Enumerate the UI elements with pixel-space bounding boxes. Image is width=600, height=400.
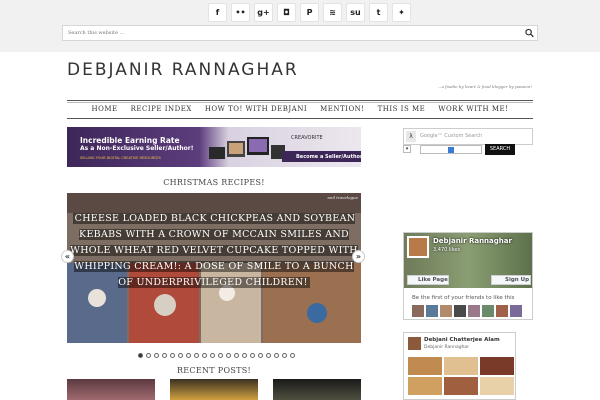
slider-dot[interactable]	[234, 353, 239, 358]
search-field[interactable]	[420, 145, 482, 154]
devices-illustration	[209, 137, 285, 159]
pinterest-icon[interactable]: P	[300, 3, 319, 22]
slider-dot[interactable]	[162, 353, 167, 358]
slider-pagination	[138, 353, 295, 358]
slider-dot[interactable]	[258, 353, 263, 358]
feed-photo[interactable]	[480, 377, 514, 395]
nav-item-mention[interactable]: MENTION!	[320, 105, 365, 113]
facebook-like-button[interactable]: Like Page	[407, 275, 449, 285]
slider-dot[interactable]	[250, 353, 255, 358]
banner-cta-button[interactable]: Become a Seller/Author	[282, 151, 361, 162]
slide-caption-text: CHEESE LOADED BLACK CHICKPEAS AND SOYBEA…	[70, 213, 358, 288]
fan-avatar[interactable]	[482, 305, 494, 317]
photo-credit: anil travelogue	[327, 195, 358, 200]
tumblr-icon[interactable]: t	[369, 3, 388, 22]
google-plus-icon[interactable]: g+	[254, 3, 273, 22]
facebook-page-widget: Debjanir Rannaghar 3,470 likes Like Page…	[403, 232, 533, 320]
slider-dot[interactable]	[210, 353, 215, 358]
rss-icon[interactable]: ≋	[323, 3, 342, 22]
main-nav: HOME RECIPE INDEX HOW TO! WITH DEBJANI MENT…	[67, 100, 533, 119]
banner-brand: CREAVORITE	[291, 135, 323, 141]
slider-dot[interactable]	[274, 353, 279, 358]
recent-posts-heading: RECENT POSTS!	[176, 366, 252, 375]
ad-banner[interactable]: Incredible Earning Rate As a Non-Exclusi…	[67, 127, 361, 167]
fan-avatar[interactable]	[412, 305, 424, 317]
featured-slider[interactable]: anil travelogue CHEESE LOADED BLACK CHIC…	[67, 193, 361, 343]
nav-item-home[interactable]: HOME	[92, 105, 118, 113]
search-input[interactable]	[63, 26, 523, 40]
slider-dot[interactable]	[290, 353, 295, 358]
flickr-icon[interactable]: ••	[231, 3, 250, 22]
nav-item-recipe-index[interactable]: RECIPE INDEX	[131, 105, 192, 113]
search-icon[interactable]	[525, 28, 534, 38]
fan-avatar[interactable]	[426, 305, 438, 317]
slider-dot[interactable]	[202, 353, 207, 358]
feed-photo[interactable]	[444, 357, 478, 375]
slider-dot[interactable]	[186, 353, 191, 358]
slide-caption[interactable]: CHEESE LOADED BLACK CHICKPEAS AND SOYBEA…	[67, 211, 361, 291]
banner-tagline: SELLING YOUR DIGITAL CREATIVE RESOURCES	[80, 156, 161, 160]
facebook-icon[interactable]: f	[208, 3, 227, 22]
nav-divider	[67, 102, 533, 103]
language-dropdown[interactable]: ▾	[403, 145, 411, 153]
feed-page-name: Debjanir Rannaghar	[424, 345, 470, 350]
custom-search-box[interactable]: λ Google™ Custom Search	[403, 128, 533, 145]
slider-dot[interactable]	[170, 353, 175, 358]
nav-item-work-with-me[interactable]: WORK WITH ME!	[438, 105, 508, 113]
fan-avatar[interactable]	[440, 305, 452, 317]
custom-search-placeholder: Google™ Custom Search	[420, 133, 483, 139]
slider-dot[interactable]	[282, 353, 287, 358]
instagram-icon[interactable]: ◘	[277, 3, 296, 22]
fan-avatar[interactable]	[468, 305, 480, 317]
facebook-page-name[interactable]: Debjanir Rannaghar	[433, 237, 512, 245]
slider-dot[interactable]	[218, 353, 223, 358]
stumbleupon-icon[interactable]: su	[346, 3, 365, 22]
slider-heading: CHRISTMAS RECIPES!	[163, 178, 265, 187]
fan-avatar[interactable]	[496, 305, 508, 317]
slider-prev-button[interactable]: «	[61, 250, 74, 263]
translate-icon: λ	[406, 131, 416, 142]
facebook-likes-count: 3,470 likes	[433, 247, 461, 253]
slider-dot[interactable]	[194, 353, 199, 358]
recent-post-thumb[interactable]	[170, 379, 258, 400]
banner-headline: Incredible Earning Rate	[80, 136, 180, 145]
slider-dot[interactable]	[242, 353, 247, 358]
facebook-profile-picture[interactable]	[407, 236, 429, 258]
top-bar: f •• g+ ◘ P ≋ su t ✦	[0, 0, 600, 52]
slider-dot[interactable]	[154, 353, 159, 358]
recent-post-thumb[interactable]	[67, 379, 155, 400]
site-search	[62, 25, 538, 41]
search-button[interactable]: SEARCH	[485, 144, 515, 155]
search-widget-icon	[448, 147, 454, 153]
nav-item-this-is-me[interactable]: THIS IS ME	[378, 105, 426, 113]
twitter-icon[interactable]: ✦	[392, 3, 411, 22]
slider-dot[interactable]	[146, 353, 151, 358]
facebook-signup-button[interactable]: Sign Up	[491, 275, 531, 285]
slider-dot[interactable]	[226, 353, 231, 358]
fan-avatar[interactable]	[510, 305, 522, 317]
feed-user-name[interactable]: Debjani Chatterjee Alam	[424, 337, 500, 343]
facebook-feed-widget: Debjani Chatterjee Alam Debjanir Rannagh…	[403, 332, 516, 400]
feed-photo[interactable]	[480, 357, 514, 375]
recent-post-thumb[interactable]	[273, 379, 361, 400]
nav-item-how-to-with-debjani[interactable]: HOW TO! WITH DEBJANI	[205, 105, 307, 113]
fan-avatar[interactable]	[454, 305, 466, 317]
feed-photo[interactable]	[408, 357, 442, 375]
feed-profile-picture[interactable]	[408, 337, 421, 350]
slider-dot[interactable]	[138, 353, 143, 358]
facebook-fan-faces	[412, 305, 522, 317]
recent-posts-list	[67, 379, 361, 400]
slider-next-button[interactable]: »	[352, 250, 365, 263]
social-icons: f •• g+ ◘ P ≋ su t ✦	[208, 3, 411, 22]
feed-photo-grid	[408, 357, 514, 395]
site-tagline: ...a foodie by heart & food blogger by p…	[437, 84, 532, 89]
site-title[interactable]: DEBJANIR RANNAGHAR	[67, 60, 299, 80]
slider-dot[interactable]	[266, 353, 271, 358]
facebook-friends-text: Be the first of your friends to like thi…	[412, 295, 515, 301]
feed-photo[interactable]	[408, 377, 442, 395]
banner-subheadline: As a Non-Exclusive Seller/Author!	[80, 145, 194, 152]
slider-dot[interactable]	[178, 353, 183, 358]
feed-photo[interactable]	[444, 377, 478, 395]
